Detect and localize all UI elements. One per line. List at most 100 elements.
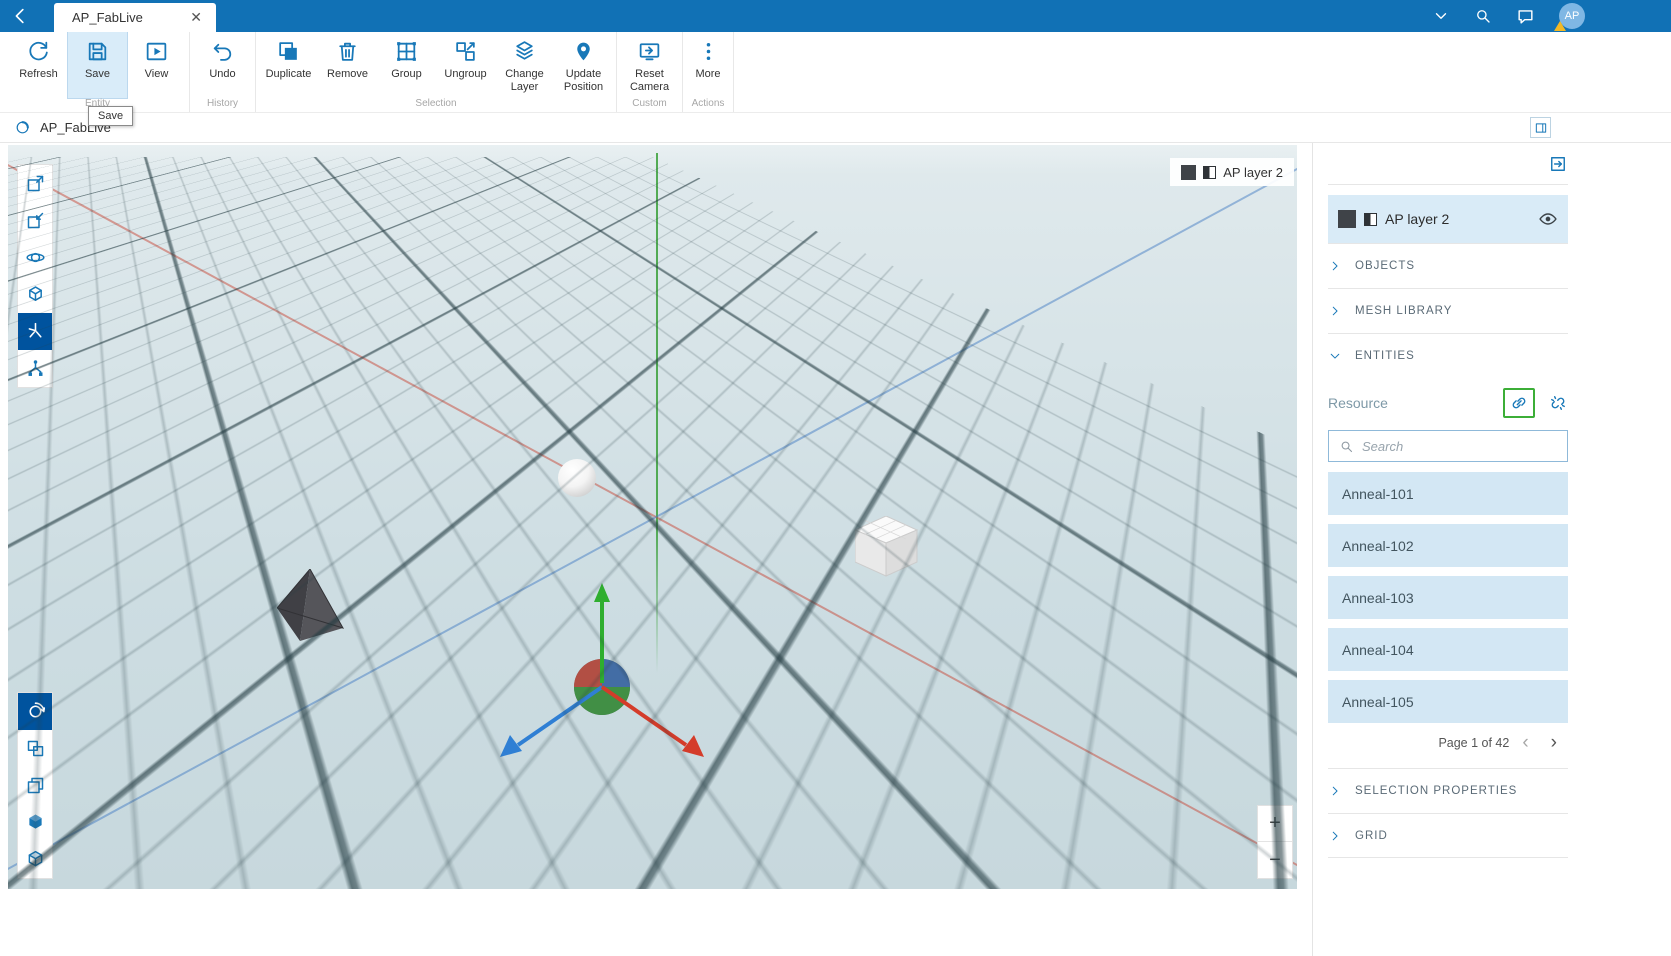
button-label: Save xyxy=(85,68,110,81)
place-view-icon xyxy=(25,173,46,194)
layer-icon xyxy=(1364,213,1377,226)
overlap-faces-tool[interactable] xyxy=(18,730,52,767)
group-icon xyxy=(394,39,419,64)
add-view-icon xyxy=(25,210,46,231)
group-label: History xyxy=(193,98,252,112)
section-grid[interactable]: GRID xyxy=(1328,813,1568,858)
list-item[interactable]: Anneal-104 xyxy=(1328,628,1568,671)
search-icon xyxy=(1339,439,1354,454)
more-button[interactable]: More xyxy=(686,32,730,98)
ungroup-button[interactable]: Ungroup xyxy=(436,32,495,98)
section-objects[interactable]: OBJECTS xyxy=(1328,243,1568,288)
undo-icon xyxy=(210,39,235,64)
orbit-view-tool[interactable] xyxy=(18,693,52,730)
section-label: ENTITIES xyxy=(1355,350,1415,362)
section-selection-properties[interactable]: SELECTION PROPERTIES xyxy=(1328,768,1568,813)
reset-camera-button[interactable]: Reset Camera xyxy=(620,32,679,98)
save-tooltip: Save xyxy=(88,106,133,126)
hierarchy-tool[interactable] xyxy=(18,350,52,387)
list-item[interactable]: Anneal-101 xyxy=(1328,472,1568,515)
undo-button[interactable]: Undo xyxy=(193,32,252,98)
reset-camera-icon xyxy=(637,39,662,64)
cube-object[interactable] xyxy=(855,516,919,578)
stack-faces-tool[interactable] xyxy=(18,767,52,804)
layer-legend[interactable]: AP layer 2 xyxy=(1170,158,1294,186)
next-page-button[interactable]: › xyxy=(1542,733,1566,752)
link-resource-button[interactable] xyxy=(1503,388,1535,418)
refresh-button[interactable]: Refresh xyxy=(9,32,68,98)
entity-type-icon[interactable] xyxy=(14,119,31,136)
cube-rotate-icon xyxy=(25,284,46,305)
group-label: Custom xyxy=(620,98,679,112)
orbit-icon xyxy=(25,247,46,268)
unlink-resource-button[interactable] xyxy=(1548,393,1568,413)
orbit-view-icon xyxy=(25,701,46,722)
chevron-down-icon[interactable] xyxy=(1432,7,1450,25)
list-item[interactable]: Anneal-103 xyxy=(1328,576,1568,619)
add-view-tool[interactable] xyxy=(18,202,52,239)
display-tools-toolbar xyxy=(18,693,52,878)
button-label: Refresh xyxy=(19,68,58,81)
section-label: SELECTION PROPERTIES xyxy=(1355,785,1517,797)
change-layer-button[interactable]: Change Layer xyxy=(495,32,554,98)
view-button[interactable]: View xyxy=(127,32,186,98)
selected-layer-row[interactable]: AP layer 2 xyxy=(1328,195,1568,243)
zoom-in-button[interactable]: + xyxy=(1258,806,1292,842)
move-gizmo[interactable] xyxy=(472,575,732,775)
properties-sidebar: AP layer 2 OBJECTS MESH LIBRARY ENTITIES xyxy=(1312,143,1671,956)
layer-name: AP layer 2 xyxy=(1385,211,1449,227)
unlink-icon xyxy=(1548,393,1568,413)
button-label: Update Position xyxy=(554,68,613,93)
sphere-object[interactable] xyxy=(558,459,596,497)
remove-button[interactable]: Remove xyxy=(318,32,377,98)
list-item[interactable]: Anneal-102 xyxy=(1328,524,1568,567)
transform-pin-icon xyxy=(25,321,46,342)
document-tab[interactable]: AP_FabLive ✕ xyxy=(54,3,216,32)
duplicate-icon xyxy=(276,39,301,64)
chevron-right-icon xyxy=(1328,304,1342,318)
section-label: GRID xyxy=(1355,830,1388,842)
legend-label: AP layer 2 xyxy=(1223,165,1283,180)
textured-cube-tool[interactable] xyxy=(18,841,52,878)
panel-toggle-button[interactable] xyxy=(1530,117,1551,138)
update-position-button[interactable]: Update Position xyxy=(554,32,613,98)
visibility-icon[interactable] xyxy=(1538,209,1558,229)
panel-toggle-icon xyxy=(1534,121,1548,135)
viewport-3d[interactable]: AP layer 2 + − xyxy=(8,145,1297,889)
pagination: Page 1 of 42 ‹ › xyxy=(1328,733,1566,752)
button-label: Remove xyxy=(327,68,368,81)
avatar-initials: AP xyxy=(1565,10,1580,22)
tetrahedron-object[interactable] xyxy=(277,569,347,643)
close-icon[interactable]: ✕ xyxy=(186,9,206,26)
zoom-controls: + − xyxy=(1258,806,1292,878)
avatar[interactable]: AP xyxy=(1559,3,1585,29)
search-input[interactable] xyxy=(1362,439,1557,454)
change-layer-icon xyxy=(512,39,537,64)
orbit-tool[interactable] xyxy=(18,239,52,276)
expand-panel-icon[interactable] xyxy=(1548,154,1568,174)
section-mesh-library[interactable]: MESH LIBRARY xyxy=(1328,288,1568,333)
prev-page-button[interactable]: ‹ xyxy=(1513,733,1537,752)
hierarchy-icon xyxy=(25,358,46,379)
transform-pin-tool[interactable] xyxy=(18,313,52,350)
sidebar-header xyxy=(1328,143,1568,185)
zoom-out-button[interactable]: − xyxy=(1258,842,1292,878)
chat-icon[interactable] xyxy=(1516,7,1535,26)
save-button[interactable]: Save xyxy=(68,32,127,98)
breadcrumb: AP_FabLive xyxy=(0,113,1671,143)
solid-cube-tool[interactable] xyxy=(18,804,52,841)
list-item[interactable]: Anneal-105 xyxy=(1328,680,1568,723)
back-button[interactable] xyxy=(10,5,32,27)
tab-title: AP_FabLive xyxy=(72,10,143,25)
ribbon-group-selection: Duplicate Remove Group Ungroup Change La… xyxy=(256,32,617,112)
place-view-tool[interactable] xyxy=(18,165,52,202)
chevron-right-icon xyxy=(1328,259,1342,273)
group-button[interactable]: Group xyxy=(377,32,436,98)
layer-color-swatch xyxy=(1338,210,1356,228)
cube-rotate-tool[interactable] xyxy=(18,276,52,313)
pagination-text: Page 1 of 42 xyxy=(1438,736,1509,750)
section-entities[interactable]: ENTITIES xyxy=(1328,333,1568,378)
button-label: Change Layer xyxy=(495,68,554,93)
duplicate-button[interactable]: Duplicate xyxy=(259,32,318,98)
search-icon[interactable] xyxy=(1474,7,1492,25)
